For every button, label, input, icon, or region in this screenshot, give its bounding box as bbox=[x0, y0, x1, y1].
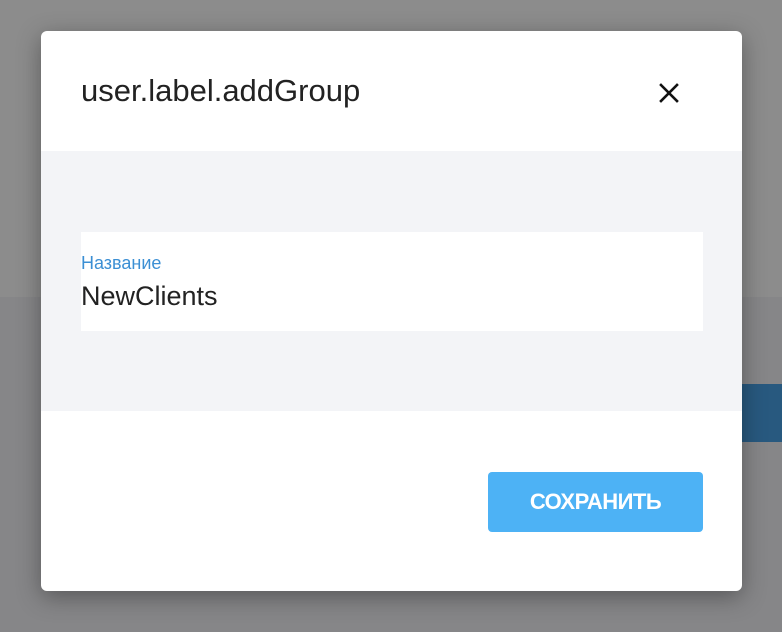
close-button[interactable] bbox=[649, 73, 689, 113]
group-name-label: Название bbox=[81, 253, 162, 273]
dialog-body: Название bbox=[41, 151, 742, 411]
group-name-input[interactable] bbox=[81, 278, 681, 314]
close-icon bbox=[649, 73, 689, 113]
group-name-field: Название bbox=[81, 232, 703, 331]
dialog-title: user.label.addGroup bbox=[81, 73, 361, 108]
save-button[interactable]: СОХРАНИТЬ bbox=[488, 472, 703, 532]
dialog-header: user.label.addGroup bbox=[41, 31, 742, 151]
add-group-dialog: user.label.addGroup Название СОХРАНИТЬ bbox=[41, 31, 742, 591]
dialog-footer: СОХРАНИТЬ bbox=[41, 411, 742, 591]
